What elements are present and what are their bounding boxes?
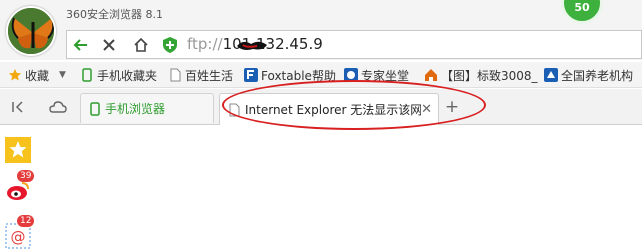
- badge-count: 50: [574, 1, 590, 14]
- foxtable-icon: [244, 68, 258, 82]
- annotation-ellipse: [222, 80, 486, 130]
- title-bar: 360安全浏览器 8.1: [0, 0, 642, 30]
- tab-label: 手机浏览器: [105, 102, 166, 116]
- bookmark-item[interactable]: 手机收藏夹: [80, 66, 157, 84]
- url-protocol: ftp://: [187, 35, 223, 53]
- bookmark-label: 百姓生活: [185, 68, 234, 83]
- org-icon: [544, 68, 558, 82]
- security-shield-icon[interactable]: [163, 37, 177, 53]
- sidebar: 39 @ 12: [0, 133, 35, 251]
- back-button[interactable]: [71, 35, 91, 55]
- chevron-down-icon[interactable]: ▼: [59, 70, 66, 80]
- home-logo-icon: [425, 69, 437, 81]
- bookmark-item[interactable]: 全国养老机构: [544, 66, 633, 84]
- bookmark-favorites[interactable]: 收藏 ▼: [8, 66, 66, 84]
- page-content: 39 @ 12: [0, 125, 642, 251]
- phone-icon: [82, 68, 92, 82]
- phone-icon: [90, 101, 100, 116]
- window-title: 360安全浏览器 8.1: [66, 8, 163, 21]
- home-button[interactable]: [131, 35, 151, 55]
- bookmark-item[interactable]: 百姓生活: [168, 66, 233, 84]
- bookmark-label: 【图】标致3008_: [441, 68, 538, 83]
- weibo-count-badge: 39: [17, 170, 35, 182]
- home-icon: [134, 37, 148, 52]
- sidebar-favorites-button[interactable]: [5, 137, 31, 163]
- chevron-left-icon: [12, 101, 23, 113]
- stop-button[interactable]: [99, 35, 119, 55]
- tab-scroll-left-button[interactable]: [8, 97, 28, 117]
- user-avatar[interactable]: [6, 6, 56, 56]
- favorite-star-icon: [5, 137, 31, 163]
- cloud-icon: [49, 101, 67, 113]
- close-icon: [103, 39, 115, 51]
- cloud-button[interactable]: [48, 97, 68, 117]
- svg-text:@: @: [11, 228, 26, 246]
- bookmark-label: 全国养老机构: [561, 68, 634, 83]
- tab-mobile-browser[interactable]: 手机浏览器: [80, 93, 214, 123]
- toolbar: ftp://101.132.45.9: [0, 30, 642, 60]
- mail-count-badge: 12: [17, 215, 35, 227]
- back-arrow-icon: [73, 39, 87, 51]
- bookmark-label: 手机收藏夹: [97, 68, 158, 83]
- address-bar[interactable]: ftp://101.132.45.9: [66, 30, 642, 59]
- bookmark-item[interactable]: 【图】标致3008_: [424, 66, 538, 84]
- redaction-scribble: [237, 41, 267, 50]
- star-icon: [9, 69, 21, 81]
- page-icon: [170, 68, 181, 82]
- bookmark-label: 收藏: [25, 68, 50, 83]
